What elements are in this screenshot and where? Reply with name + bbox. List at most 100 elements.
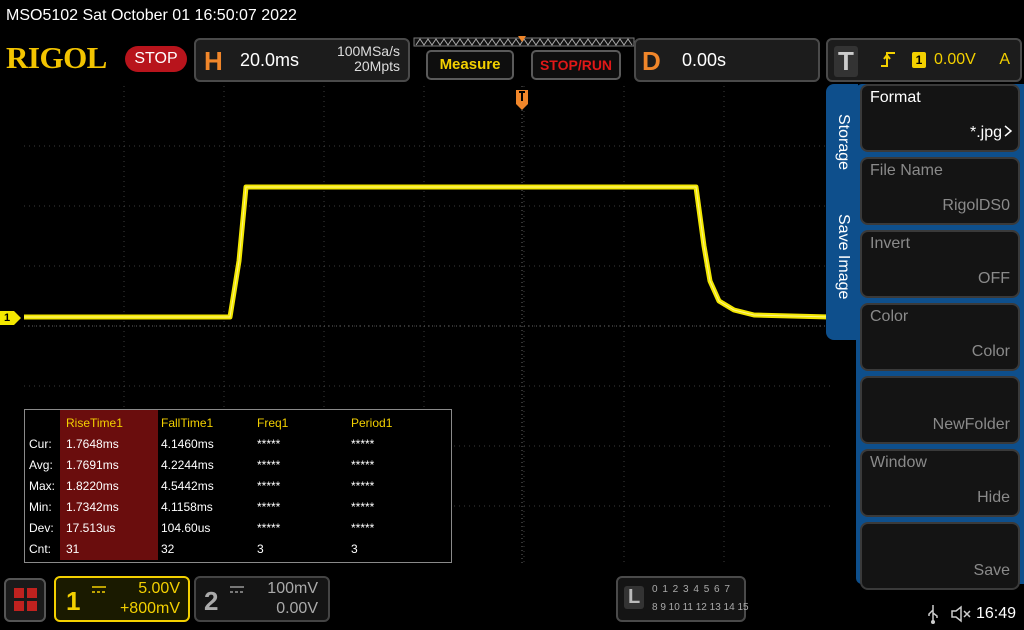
row-label: Cur: [29,437,52,451]
menu-item-value: Save [973,562,1010,579]
side-menu-tabs[interactable]: Storage Save Image [826,84,858,340]
ch2-settings[interactable]: 2 100mV 0.00V [194,576,330,622]
table-cell: ***** [351,521,375,535]
sample-rate: 100MSa/s [336,43,400,59]
menu-item-file-name[interactable]: File Name RigolDS0 [860,157,1020,225]
table-cell: 4.1158ms [161,500,213,514]
table-cell: ***** [257,437,281,451]
table-cell: 4.1460ms [161,437,214,451]
main-menu-button[interactable] [4,578,46,622]
delay-panel[interactable]: D 0.00s [634,38,820,82]
row-label: Dev: [29,521,54,535]
delay-value: 0.00s [682,50,727,70]
dc-coupling-icon [92,586,106,593]
measurement-table[interactable]: RiseTime1 FallTime1 Freq1 Period1 Cur: 1… [24,409,452,563]
menu-item-title: Color [870,308,909,325]
table-cell: ***** [351,437,375,451]
ch1-settings[interactable]: 1 5.00V +800mV [54,576,190,622]
column-header: FallTime1 [161,416,214,430]
memory-overview-bar[interactable] [412,36,636,50]
menu-item-color[interactable]: Color Color [860,303,1020,371]
trigger-source-badge: 1 [912,52,926,68]
ch1-scale: 5.00V [138,580,180,597]
menu-item-title: Window [870,454,927,471]
menu-item-value: OFF [978,270,1010,287]
table-cell: ***** [257,458,281,472]
menu-item-value: *.jpg [969,124,1013,142]
run-state-indicator[interactable]: STOP [125,46,187,72]
table-cell: 3 [351,542,358,556]
trigger-panel[interactable]: T 1 0.00V A [826,38,1022,82]
row-label: Max: [29,479,56,493]
rigol-logo: RIGOL [6,40,107,75]
status-bar: MSO5102 Sat October 01 16:50:07 2022 [0,0,1024,32]
table-cell: ***** [351,500,375,514]
logic-channel-row-1: 0 1 2 3 4 5 6 7 [652,584,731,595]
table-cell: 1.7691ms [66,458,119,472]
logic-channels-panel[interactable]: L 0 1 2 3 4 5 6 7 8 9 10 11 12 13 14 15 [616,576,749,622]
dc-coupling-icon [230,586,244,593]
horizontal-panel[interactable]: H 20.0ms 100MSa/s 20Mpts [194,38,410,82]
menu-item-new-folder[interactable]: NewFolder [860,376,1020,444]
usb-icon [928,605,938,624]
memory-depth: 20Mpts [354,58,400,74]
table-cell: 3 [257,542,264,556]
trigger-level: 0.00V [934,51,976,68]
menu-item-value-text: *.jpg [969,124,1002,141]
rising-edge-icon [881,52,895,67]
delay-letter: D [642,46,661,76]
tab-storage[interactable]: Storage [834,114,852,170]
menu-item-save[interactable]: Save [860,522,1020,590]
ch1-offset: +800mV [119,600,180,617]
table-cell: ***** [351,479,375,493]
table-cell: ***** [257,500,281,514]
column-header: RiseTime1 [66,416,123,430]
logic-letter: L [624,586,645,609]
measure-button[interactable]: Measure [426,50,514,80]
row-label: Avg: [29,458,53,472]
horizontal-letter: H [204,46,223,76]
table-cell: ***** [257,521,281,535]
row-label: Cnt: [29,542,52,556]
clock: 16:49 [976,605,1017,622]
stop-run-button[interactable]: STOP/RUN [531,50,621,80]
trigger-letter: T [834,46,858,77]
tab-save-image[interactable]: Save Image [834,214,852,299]
column-header: Freq1 [257,416,289,430]
table-cell: 104.60us [161,521,211,535]
speaker-muted-icon[interactable] [950,605,972,623]
column-header: Period1 [351,416,393,430]
table-cell: 4.2244ms [161,458,214,472]
menu-item-value: Hide [977,489,1010,506]
trigger-mode: A [999,51,1010,68]
ch2-offset: 0.00V [276,600,318,617]
menu-item-title: File Name [870,162,943,179]
table-cell: 1.8220ms [66,479,119,493]
ch1-marker-label: 1 [4,312,11,324]
ch1-ground-marker[interactable]: 1 [0,311,22,325]
menu-item-value: RigolDS0 [942,197,1010,214]
menu-item-format[interactable]: Format *.jpg [860,84,1020,152]
chevron-right-icon [1004,125,1013,137]
table-cell: 4.5442ms [161,479,214,493]
ch2-scale: 100mV [267,580,318,597]
menu-item-invert[interactable]: Invert OFF [860,230,1020,298]
menu-item-window[interactable]: Window Hide [860,449,1020,517]
table-cell: 31 [66,542,80,556]
menu-item-value: Color [971,343,1010,360]
ch2-number: 2 [204,586,219,616]
table-cell: 32 [161,542,175,556]
menu-item-title: Format [870,89,921,106]
timebase-value: 20.0ms [240,50,300,70]
row-label: Min: [29,500,52,514]
logic-channel-row-2: 8 9 10 11 12 13 14 15 [652,602,749,613]
ch1-number: 1 [66,586,81,616]
menu-item-value: NewFolder [932,416,1010,433]
trigger-time-marker-icon [516,90,528,110]
table-cell: 1.7648ms [66,437,119,451]
status-text: MSO5102 Sat October 01 16:50:07 2022 [6,7,297,24]
table-cell: 17.513us [66,521,116,535]
table-cell: 1.7342ms [66,500,119,514]
table-cell: ***** [351,458,375,472]
table-cell: ***** [257,479,281,493]
